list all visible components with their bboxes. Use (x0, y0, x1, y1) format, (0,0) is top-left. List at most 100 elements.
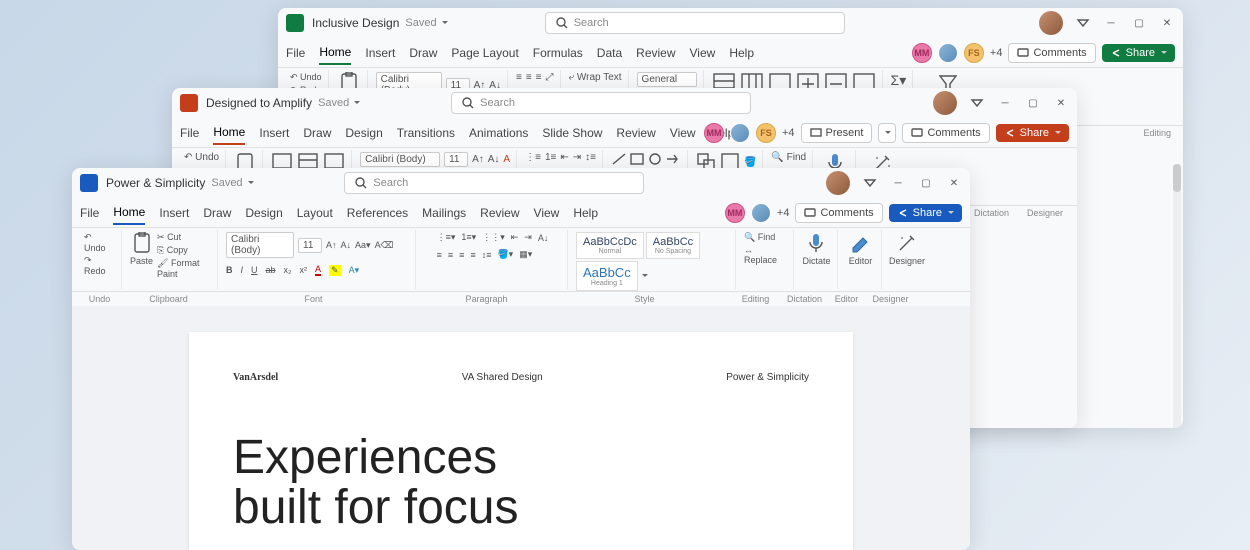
collab-avatar-fs[interactable]: FS (756, 123, 776, 143)
tab-view[interactable]: View (670, 122, 696, 144)
maximize-button[interactable]: ▢ (918, 175, 934, 191)
tab-home[interactable]: Home (113, 201, 145, 225)
word-saved-status[interactable]: Saved (211, 177, 253, 189)
font-shrink-icon[interactable]: A↓ (488, 154, 500, 165)
minimize-button[interactable]: ─ (1103, 15, 1119, 31)
tab-layout[interactable]: Layout (297, 202, 333, 224)
italic-button[interactable]: I (241, 265, 244, 275)
paste-button[interactable]: Paste (130, 232, 153, 266)
minimize-button[interactable]: ─ (890, 175, 906, 191)
style-heading-1[interactable]: AaBbCcHeading 1 (576, 261, 638, 291)
font-size-select[interactable]: 11 (444, 152, 468, 167)
cut-button[interactable]: ✂ Cut (157, 232, 211, 243)
style-no-spacing[interactable]: AaBbCcNo Spacing (646, 232, 700, 259)
align-right-icon[interactable]: ≡ (459, 250, 464, 260)
collab-avatar-2[interactable] (751, 203, 771, 223)
comments-button[interactable]: Comments (1008, 43, 1095, 63)
tab-insert[interactable]: Insert (259, 122, 289, 144)
tab-transitions[interactable]: Transitions (397, 122, 455, 144)
shape-rect-icon[interactable] (629, 152, 645, 166)
underline-button[interactable]: U (251, 265, 258, 275)
tab-mailings[interactable]: Mailings (422, 202, 466, 224)
format-painter-button[interactable]: 🖌 Format Paint (157, 258, 211, 279)
line-spacing-icon[interactable]: ↕≡ (482, 250, 492, 260)
collab-avatar-mm[interactable]: MM (912, 43, 932, 63)
styles-expand-icon[interactable] (640, 271, 648, 282)
comments-button[interactable]: Comments (795, 203, 882, 223)
word-search-input[interactable]: Search (344, 172, 644, 194)
clear-format-icon[interactable]: A⌫ (375, 240, 394, 251)
borders-icon[interactable]: ▦▾ (519, 249, 532, 260)
ppt-search-input[interactable]: Search (451, 92, 751, 114)
user-avatar[interactable] (826, 171, 850, 195)
tab-references[interactable]: References (347, 202, 408, 224)
shape-fill-icon[interactable]: 🪣 (744, 157, 756, 168)
collab-overflow[interactable]: +4 (777, 207, 790, 219)
shape-line-icon[interactable] (611, 152, 627, 166)
align-center-icon[interactable]: ≡ (448, 250, 453, 260)
share-button[interactable]: Share (1102, 44, 1175, 62)
numbering-icon[interactable]: 1≡▾ (461, 232, 476, 243)
editor-button[interactable]: Editor (849, 232, 873, 266)
minimize-button[interactable]: ─ (997, 95, 1013, 111)
clear-format-icon[interactable]: A (503, 154, 510, 165)
highlight-button[interactable]: ✎ (329, 265, 341, 276)
tab-review[interactable]: Review (480, 202, 519, 224)
doc-heading[interactable]: Experiences built for focus (233, 433, 809, 534)
font-select[interactable]: Calibri (Body) (360, 152, 440, 167)
maximize-button[interactable]: ▢ (1025, 95, 1041, 111)
numbering-icon[interactable]: 1≡ (545, 152, 556, 163)
line-spacing-icon[interactable]: ↕≡ (585, 152, 596, 163)
shape-arrow-icon[interactable] (665, 152, 681, 166)
close-button[interactable]: ✕ (1159, 15, 1175, 31)
change-case-icon[interactable]: Aa▾ (355, 240, 371, 251)
font-color-button[interactable]: A (315, 264, 321, 276)
tab-draw[interactable]: Draw (409, 42, 437, 64)
notify-icon[interactable] (862, 175, 878, 191)
find-button[interactable]: 🔍 Find (744, 232, 787, 243)
font-size-select[interactable]: 11 (298, 238, 322, 253)
maximize-button[interactable]: ▢ (1131, 15, 1147, 31)
tab-file[interactable]: File (180, 122, 199, 144)
tab-insert[interactable]: Insert (159, 202, 189, 224)
superscript-button[interactable]: x² (300, 265, 308, 275)
font-grow-icon[interactable]: A↑ (472, 154, 484, 165)
collab-avatar-mm[interactable]: MM (704, 123, 724, 143)
redo-button[interactable]: ↷ Redo (84, 255, 115, 276)
shading-icon[interactable]: 🪣▾ (497, 249, 513, 260)
collab-overflow[interactable]: +4 (990, 47, 1003, 59)
text-effects-button[interactable]: A▾ (349, 265, 360, 276)
present-button[interactable]: Present (801, 123, 873, 143)
designer-button[interactable]: Designer (889, 232, 925, 266)
font-select[interactable]: Calibri (Body) (226, 232, 294, 258)
collab-overflow[interactable]: +4 (782, 127, 795, 139)
excel-scrollbar[interactable] (1173, 164, 1181, 428)
tab-insert[interactable]: Insert (365, 42, 395, 64)
collab-avatar-fs[interactable]: FS (964, 43, 984, 63)
excel-search-input[interactable]: Search (545, 12, 845, 34)
subscript-button[interactable]: x₂ (284, 265, 292, 275)
tab-file[interactable]: File (80, 202, 99, 224)
comments-button[interactable]: Comments (902, 123, 989, 143)
indent-dec-icon[interactable]: ⇤ (511, 232, 519, 243)
undo-button[interactable]: ↶ Undo (184, 152, 219, 163)
align-left-icon[interactable]: ≡ (516, 72, 522, 83)
excel-saved-status[interactable]: Saved (405, 17, 447, 29)
close-button[interactable]: ✕ (1053, 95, 1069, 111)
user-avatar[interactable] (1039, 11, 1063, 35)
document-page[interactable]: VanArsdel VA Shared Design Power & Simpl… (189, 332, 853, 550)
tab-file[interactable]: File (286, 42, 305, 64)
justify-icon[interactable]: ≡ (470, 250, 475, 260)
strike-button[interactable]: ab (266, 265, 276, 275)
dictate-button[interactable]: Dictate (802, 232, 830, 266)
bullets-icon[interactable]: ⋮≡▾ (437, 232, 456, 243)
notify-icon[interactable] (1075, 15, 1091, 31)
collab-avatar-2[interactable] (938, 43, 958, 63)
style-normal[interactable]: AaBbCcDcNormal (576, 232, 644, 259)
find-button[interactable]: 🔍 Find (771, 152, 806, 163)
scrollbar-thumb[interactable] (1173, 164, 1181, 192)
wrap-text-button[interactable]: ⤶ Wrap Text (569, 72, 622, 83)
indent-dec-icon[interactable]: ⇤ (560, 152, 568, 163)
share-button[interactable]: Share (889, 204, 962, 222)
indent-inc-icon[interactable]: ⇥ (573, 152, 581, 163)
